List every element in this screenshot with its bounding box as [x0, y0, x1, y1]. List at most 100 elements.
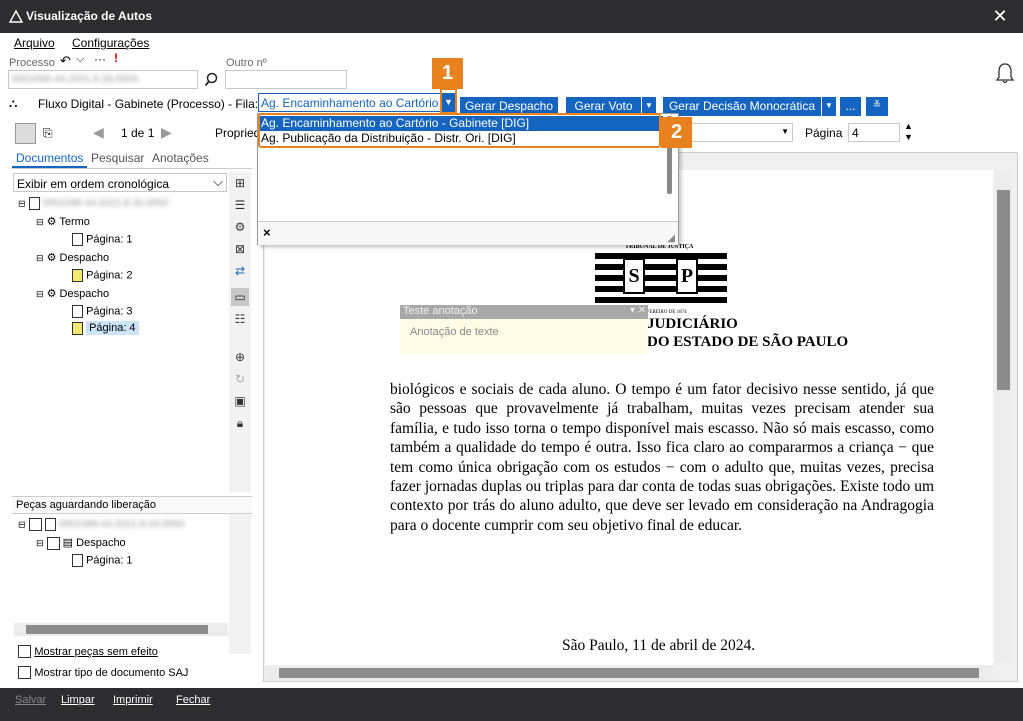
tree-page-4[interactable]: Página: 4: [86, 321, 139, 336]
page-number-value: 4: [852, 126, 859, 140]
checkbox[interactable]: [18, 666, 31, 680]
checkbox[interactable]: [18, 645, 31, 659]
page-counter: 1 de 1: [121, 126, 155, 140]
window-title: Visualização de Autos: [26, 9, 153, 23]
doc-gear-icon: ⚙: [46, 252, 57, 264]
search-icon[interactable]: [204, 72, 219, 87]
more-icon[interactable]: ···: [94, 52, 106, 66]
decision-dropdown-button[interactable]: ▼: [822, 97, 836, 116]
bell-icon[interactable]: [995, 61, 1015, 85]
resize-grip-icon[interactable]: ◢: [667, 233, 675, 244]
flow-label: Fluxo Digital - Gabinete (Processo) - Fi…: [38, 97, 259, 111]
generate-decision-button[interactable]: Gerar Decisão Monocrática: [663, 97, 821, 116]
pending-title: Peças aguardando liberação: [16, 499, 157, 511]
document-date: São Paulo, 11 de abril de 2024.: [562, 637, 756, 654]
refresh-icon[interactable]: ↻: [231, 370, 249, 388]
process-number-value: 0001086-44.2021.8.26.0000: [12, 74, 138, 85]
chevron-down-icon[interactable]: ⌵: [76, 53, 84, 66]
seal-p: P: [676, 258, 698, 294]
tree-root[interactable]: 0001086-44.2021.8.26.0000: [43, 198, 169, 209]
tree-page-3[interactable]: Página: 3: [86, 305, 132, 317]
alert-icon: !: [114, 51, 118, 65]
process-number-field[interactable]: 0001086-44.2021.8.26.0000: [8, 70, 198, 89]
document-paragraph: biológicos e sociais de cada aluno. O te…: [390, 381, 934, 534]
add-icon[interactable]: ⊕: [231, 348, 249, 366]
footer-bar: [0, 688, 1023, 721]
step-badge-2: 2: [661, 117, 692, 148]
close-list-button[interactable]: ×: [263, 225, 271, 240]
annotation-title: Teste anotação: [400, 305, 648, 319]
page-icon: [72, 269, 83, 282]
menu-file[interactable]: Arquivo: [14, 36, 55, 50]
flow-icon: ⛬: [9, 96, 18, 110]
queue-select[interactable]: Ag. Encaminhamento ao Cartório: [258, 93, 441, 112]
scales-icon: [9, 10, 23, 23]
pages-icon[interactable]: ⎘: [43, 126, 53, 141]
page-label: Página: [805, 126, 843, 140]
checkbox[interactable]: [46, 536, 60, 550]
queue-selected-value: Ag. Encaminhamento ao Cartório: [261, 96, 439, 110]
window-icon[interactable]: ▣: [231, 392, 249, 410]
tree-item-despacho-2[interactable]: Despacho: [60, 288, 110, 300]
tab-annotations[interactable]: Anotações: [148, 150, 213, 166]
annotation-text[interactable]: Anotação de texte: [410, 326, 499, 338]
collapse-icon[interactable]: ≚: [866, 97, 888, 116]
other-number-field[interactable]: [225, 70, 347, 89]
vertical-scrollbar[interactable]: [995, 172, 1012, 662]
letterhead-line1: JUDICIÁRIO: [647, 316, 738, 332]
option-saj-type[interactable]: Mostrar tipo de documento SAJ: [18, 665, 189, 680]
lock-icon[interactable]: 🔒︎: [231, 414, 249, 432]
tree-page-2[interactable]: Página: 2: [86, 269, 132, 281]
tree-item-despacho-1[interactable]: Despacho: [60, 252, 110, 264]
order-select[interactable]: Exibir em ordem cronológica ⌵: [13, 173, 227, 192]
doc-view-button[interactable]: [15, 123, 36, 144]
annotation-menu-icon[interactable]: ▾ ✕: [630, 305, 646, 316]
doc-x-icon[interactable]: ⊠: [231, 240, 249, 258]
pending-root[interactable]: 0001086-44.2021.8.26.0000: [59, 519, 185, 530]
horizontal-scrollbar[interactable]: [265, 666, 993, 680]
tree-item-termo[interactable]: Termo: [59, 216, 90, 228]
clear-button[interactable]: Limpar: [61, 694, 95, 706]
option-no-effect[interactable]: Mostrar peças sem efeito: [18, 644, 158, 659]
note-list-icon[interactable]: ☷: [231, 310, 249, 328]
doc-gear-icon: ⚙: [46, 216, 57, 228]
page-stepper[interactable]: ▲ ▼: [904, 121, 913, 143]
annotation-note[interactable]: Teste anotação ▾ ✕ Anotação de texte: [400, 305, 648, 355]
page-icon: [72, 233, 83, 246]
doc-gear-icon[interactable]: ⚙: [231, 218, 249, 236]
highlight-box: [440, 88, 457, 114]
pending-doc[interactable]: Despacho: [76, 537, 126, 549]
order-value: Exibir em ordem cronológica: [17, 177, 170, 191]
page-icon: [72, 554, 83, 567]
step-badge-1: 1: [432, 58, 463, 89]
page-icon: [72, 322, 83, 335]
stack-icon[interactable]: ☰: [231, 196, 249, 214]
tab-search[interactable]: Pesquisar: [87, 150, 148, 166]
page-number-input[interactable]: 4: [848, 123, 900, 142]
save-button[interactable]: Salvar: [15, 694, 46, 706]
more-actions-button[interactable]: ...: [840, 97, 861, 116]
document-icon: [44, 518, 56, 531]
tab-documents[interactable]: Documentos: [12, 150, 88, 168]
menu-settings[interactable]: Configurações: [72, 36, 149, 50]
title-bar: Visualização de Autos ✕: [0, 0, 1023, 33]
note-icon[interactable]: ▭: [231, 288, 249, 306]
document-body: biológicos e sociais de cada aluno. O te…: [390, 380, 934, 535]
compare-icon[interactable]: ⇄: [231, 262, 249, 280]
prev-page-icon[interactable]: ◀: [93, 124, 104, 141]
tree-icon[interactable]: ⊞: [231, 174, 249, 192]
close-button[interactable]: Fechar: [176, 694, 210, 706]
next-page-icon[interactable]: ▶: [161, 124, 172, 141]
coat-of-arms: [595, 253, 727, 303]
undo-icon[interactable]: ↶: [60, 53, 71, 69]
highlight-box: [258, 113, 661, 148]
zoom-select[interactable]: ▼: [680, 123, 793, 142]
print-button[interactable]: Imprimir: [113, 694, 153, 706]
tree-page-1[interactable]: Página: 1: [86, 233, 132, 245]
pending-page[interactable]: Página: 1: [86, 554, 132, 566]
option-saj-type-label: Mostrar tipo de documento SAJ: [34, 667, 189, 679]
close-window-button[interactable]: ✕: [990, 6, 1010, 26]
checkbox[interactable]: [28, 518, 42, 531]
horizontal-scrollbar[interactable]: [14, 623, 228, 636]
document-icon: [28, 197, 40, 210]
